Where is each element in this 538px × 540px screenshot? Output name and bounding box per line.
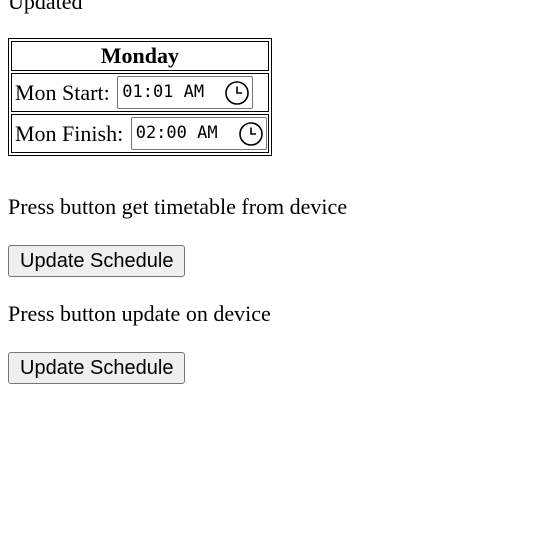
schedule-table: Monday Mon Start: 01:01 AM Mon Finish: 0… [8,38,272,156]
update-device-prompt: Press button update on device [8,301,271,326]
update-device-button[interactable]: Update Schedule [8,352,186,384]
clock-icon[interactable] [224,80,250,106]
get-timetable-button[interactable]: Update Schedule [8,245,186,277]
mon-start-label: Mon Start: [15,79,110,105]
get-timetable-prompt: Press button get timetable from device [8,194,348,219]
clock-icon[interactable] [238,121,264,147]
mon-finish-row: Mon Finish: 02:00 AM [11,114,269,153]
mon-start-time-input[interactable]: 01:01 AM [117,76,254,109]
mon-finish-label: Mon Finish: [15,120,124,146]
day-header: Monday [11,41,269,71]
mon-finish-time-input[interactable]: 02:00 AM [130,117,267,150]
mon-finish-time-value: 02:00 AM [135,123,218,143]
mon-start-row: Mon Start: 01:01 AM [11,73,269,112]
status-text: Updated [8,0,83,14]
mon-start-time-value: 01:01 AM [122,82,205,102]
